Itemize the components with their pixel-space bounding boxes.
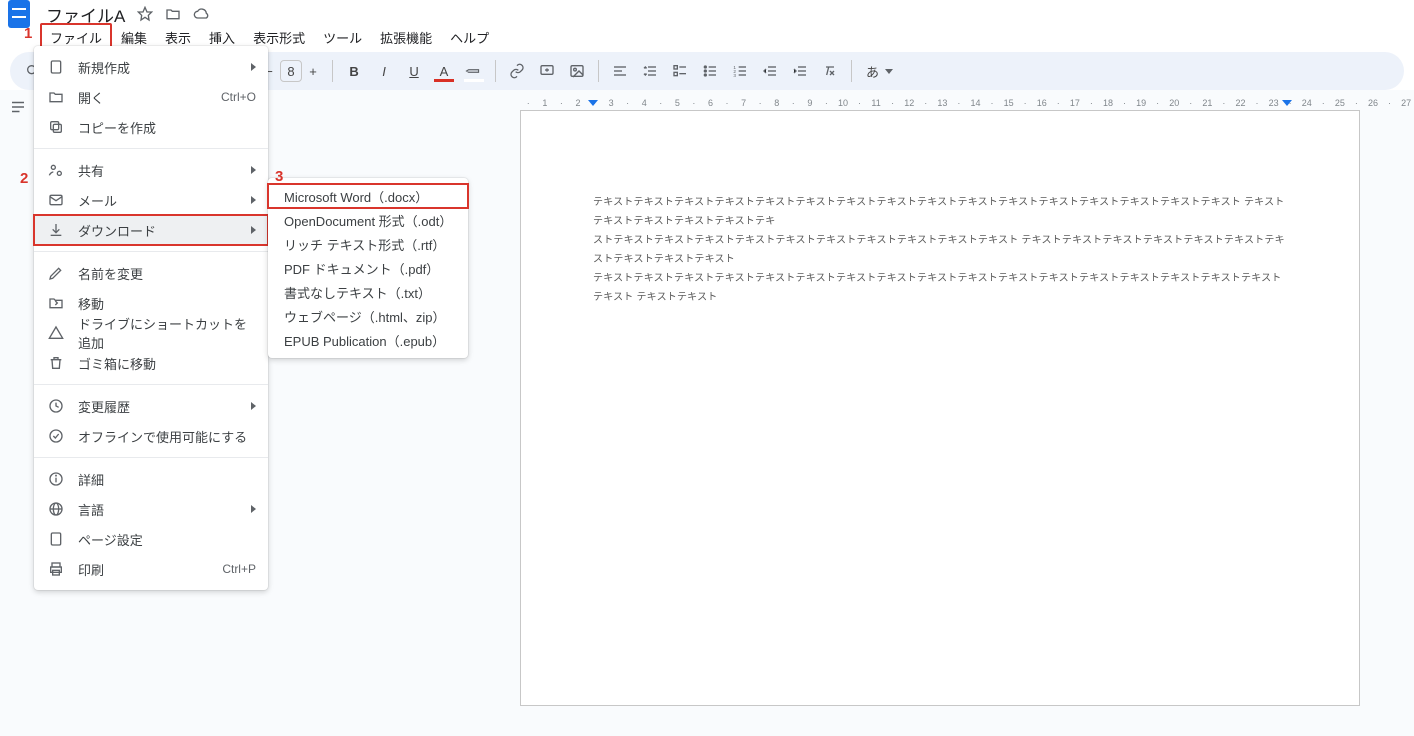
annotation-3: 3 [275, 168, 283, 185]
document-page[interactable]: テキストテキストテキストテキストテキストテキストテキストテキストテキストテキスト… [520, 110, 1360, 706]
toolbar-separator [495, 60, 496, 82]
copy-icon [46, 119, 66, 135]
download-txt[interactable]: 書式なしテキスト（.txt） [268, 280, 468, 304]
move-icon [46, 295, 66, 311]
file-menu-rename[interactable]: 名前を変更 [34, 258, 268, 288]
indent-increase-button[interactable] [787, 58, 813, 84]
file-menu-pagesetup[interactable]: ページ設定 [34, 524, 268, 554]
file-menu-trash[interactable]: ゴミ箱に移動 [34, 348, 268, 378]
svg-text:3: 3 [733, 73, 736, 78]
star-icon[interactable] [137, 6, 153, 22]
bold-button[interactable]: B [341, 58, 367, 84]
chevron-right-icon [251, 166, 256, 174]
left-indent-marker[interactable] [588, 100, 598, 106]
file-menu-email[interactable]: メール [34, 185, 268, 215]
rename-icon [46, 265, 66, 281]
file-menu-new[interactable]: 新規作成 [34, 52, 268, 82]
file-menu-download[interactable]: ダウンロード [34, 215, 268, 245]
share-icon [46, 162, 66, 178]
file-menu-dropdown: 新規作成 開く Ctrl+O コピーを作成 共有 メール ダウンロード 名前を変… [34, 46, 268, 590]
toolbar-separator [332, 60, 333, 82]
docs-app-icon[interactable] [8, 0, 30, 28]
line-spacing-button[interactable] [637, 58, 663, 84]
file-menu-language[interactable]: 言語 [34, 494, 268, 524]
download-submenu: Microsoft Word（.docx） OpenDocument 形式（.o… [268, 178, 468, 358]
chevron-right-icon [251, 505, 256, 513]
annotation-1: 1 [24, 25, 32, 42]
globe-icon [46, 501, 66, 517]
horizontal-ruler[interactable]: 1234567891011121314151617181920212223242… [400, 90, 1414, 108]
drive-shortcut-icon [46, 325, 66, 341]
file-menu-makecopy[interactable]: コピーを作成 [34, 112, 268, 142]
menubar-tools[interactable]: ツール [314, 24, 371, 51]
file-menu-print[interactable]: 印刷 Ctrl+P [34, 554, 268, 584]
font-size-increase[interactable]: + [302, 60, 324, 82]
print-icon [46, 561, 66, 577]
file-menu-details[interactable]: 詳細 [34, 464, 268, 494]
menu-separator [34, 251, 268, 252]
highlight-button[interactable] [461, 58, 487, 84]
clear-formatting-button[interactable] [817, 58, 843, 84]
body-line: ストテキストテキストテキストテキストテキストテキストテキストテキストテキストテキ… [593, 231, 1287, 269]
font-size-value[interactable]: 8 [280, 60, 302, 82]
cloud-status-icon[interactable] [193, 6, 209, 22]
indent-decrease-button[interactable] [757, 58, 783, 84]
download-rtf[interactable]: リッチ テキスト形式（.rtf） [268, 232, 468, 256]
input-tools-button[interactable]: あ [860, 60, 899, 83]
download-icon [46, 222, 66, 238]
file-menu-share[interactable]: 共有 [34, 155, 268, 185]
text-color-button[interactable]: A [431, 58, 457, 84]
download-docx[interactable]: Microsoft Word（.docx） [268, 184, 468, 208]
insert-comment-button[interactable] [534, 58, 560, 84]
italic-button[interactable]: I [371, 58, 397, 84]
align-button[interactable] [607, 58, 633, 84]
bulleted-list-button[interactable] [697, 58, 723, 84]
file-menu-open[interactable]: 開く Ctrl+O [34, 82, 268, 112]
underline-button[interactable]: U [401, 58, 427, 84]
move-folder-icon[interactable] [165, 6, 181, 22]
page-setup-icon [46, 531, 66, 547]
titlebar: ファイルA [0, 0, 1414, 24]
chevron-right-icon [251, 196, 256, 204]
insert-link-button[interactable] [504, 58, 530, 84]
numbered-list-button[interactable]: 123 [727, 58, 753, 84]
menubar-ext[interactable]: 拡張機能 [371, 24, 441, 51]
document-icon [46, 59, 66, 75]
ime-label: あ [866, 62, 879, 81]
checklist-button[interactable] [667, 58, 693, 84]
toolbar-separator [598, 60, 599, 82]
outline-rail[interactable] [0, 90, 36, 736]
chevron-right-icon [251, 402, 256, 410]
annotation-2: 2 [20, 170, 28, 187]
menubar-help[interactable]: ヘルプ [441, 24, 498, 51]
file-menu-version-history[interactable]: 変更履歴 [34, 391, 268, 421]
insert-image-button[interactable] [564, 58, 590, 84]
chevron-right-icon [251, 63, 256, 71]
download-epub[interactable]: EPUB Publication（.epub） [268, 328, 468, 352]
info-icon [46, 471, 66, 487]
menu-separator [34, 148, 268, 149]
download-pdf[interactable]: PDF ドキュメント（.pdf） [268, 256, 468, 280]
chevron-down-icon [885, 69, 893, 74]
download-html[interactable]: ウェブページ（.html、zip） [268, 304, 468, 328]
toolbar-separator [851, 60, 852, 82]
body-line: テキストテキストテキストテキストテキストテキストテキストテキストテキストテキスト… [593, 193, 1287, 231]
mail-icon [46, 192, 66, 208]
chevron-right-icon [251, 226, 256, 234]
body-line: テキストテキストテキストテキストテキストテキストテキストテキストテキストテキスト… [593, 269, 1287, 307]
menu-separator [34, 457, 268, 458]
file-menu-offline[interactable]: オフラインで使用可能にする [34, 421, 268, 451]
trash-icon [46, 355, 66, 371]
download-odt[interactable]: OpenDocument 形式（.odt） [268, 208, 468, 232]
offline-icon [46, 428, 66, 444]
folder-icon [46, 89, 66, 105]
file-menu-add-shortcut[interactable]: ドライブにショートカットを追加 [34, 318, 268, 348]
menu-separator [34, 384, 268, 385]
right-indent-marker[interactable] [1282, 100, 1292, 106]
history-icon [46, 398, 66, 414]
